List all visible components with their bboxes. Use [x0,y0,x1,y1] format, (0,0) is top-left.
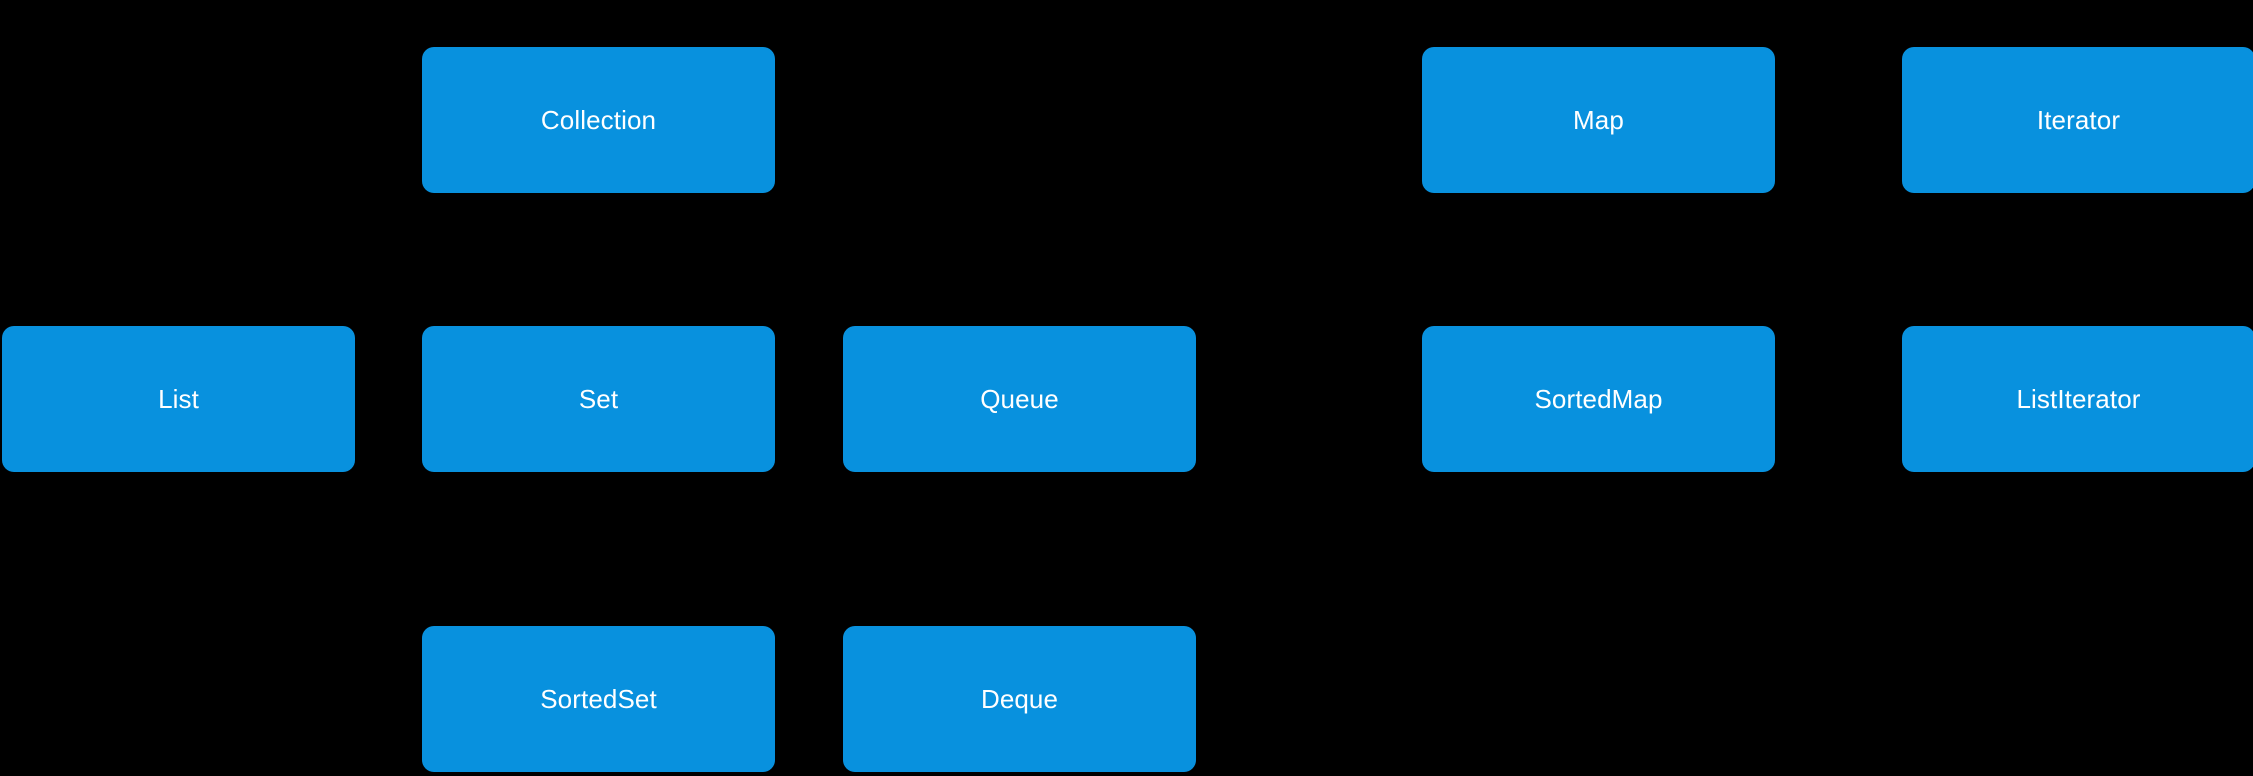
node-label-sortedset: SortedSet [540,684,657,714]
node-deque[interactable]: Deque [843,626,1196,772]
node-sortedset[interactable]: SortedSet [422,626,775,772]
diagram-row-leaf-interfaces: SortedSet Deque [0,0,2253,776]
node-label-deque: Deque [980,684,1059,714]
diagram-canvas: Collection Map Iterator List Set Queue SortedM… [0,0,2253,776]
